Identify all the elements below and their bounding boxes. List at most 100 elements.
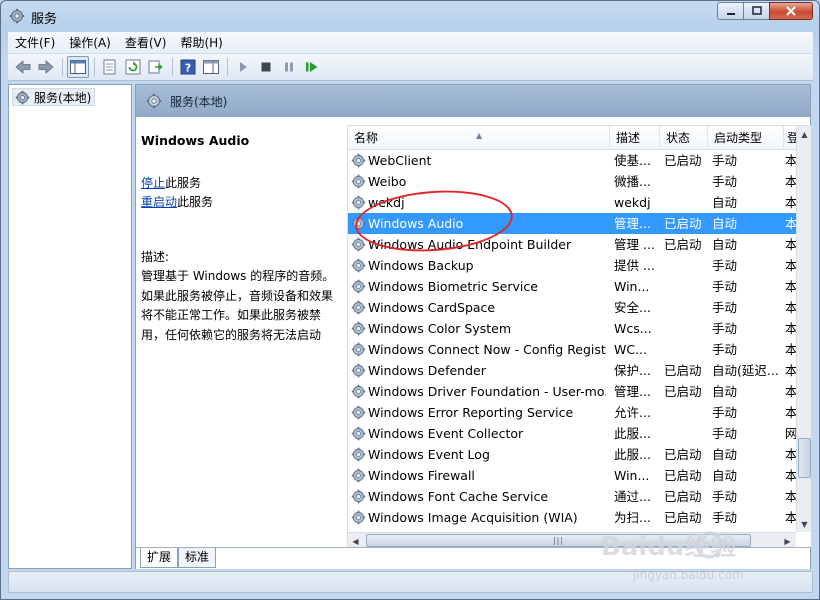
service-name: Windows Driver Foundation - User-mo... (368, 384, 606, 399)
stop-service-link[interactable]: 停止 (141, 176, 165, 190)
service-description: 此服... (614, 426, 651, 441)
service-startup-type: 手动 (712, 510, 738, 525)
service-row[interactable]: Windows CardSpace 安全... 手动本 (348, 297, 798, 318)
service-name: Windows Event Collector (368, 426, 524, 441)
start-service-button[interactable] (232, 56, 254, 78)
service-description: 管理... (614, 216, 651, 231)
close-button[interactable] (769, 2, 813, 20)
properties-icon (103, 59, 116, 75)
service-row[interactable]: wekdj wekdj 自动本 (348, 192, 798, 213)
tab-extended[interactable]: 扩展 (140, 548, 179, 568)
toolbar: ? (8, 54, 813, 81)
column-header-startup-type[interactable]: 启动类型 (708, 126, 784, 150)
maximize-button[interactable] (743, 2, 769, 20)
scroll-down-icon[interactable]: ▼ (797, 516, 811, 532)
service-row[interactable]: Windows Event Collector 此服... 手动网 (348, 423, 798, 444)
service-row[interactable]: Windows Driver Foundation - User-mo... 管理… (348, 381, 798, 402)
service-status: 已启动 (664, 216, 702, 231)
services-gear-icon (146, 93, 162, 109)
export-list-button[interactable] (145, 56, 167, 78)
service-name: Weibo (368, 174, 407, 189)
service-gear-icon (351, 153, 366, 168)
service-row[interactable]: Windows Backup 提供 ... 手动本 (348, 255, 798, 276)
console-tree: 服务(本地) (8, 84, 132, 569)
service-row[interactable]: Windows Firewall Win... 已启动 自动本 (348, 465, 798, 486)
service-row[interactable]: Windows Biometric Service Win... 手动本 (348, 276, 798, 297)
service-startup-type: 手动 (712, 300, 738, 315)
menu-action[interactable]: 操作(A) (62, 33, 118, 53)
scroll-right-icon[interactable]: ▶ (780, 533, 795, 547)
stop-service-button[interactable] (255, 56, 277, 78)
service-startup-type: 手动 (712, 258, 738, 273)
menu-help[interactable]: 帮助(H) (173, 33, 229, 53)
tab-standard[interactable]: 标准 (178, 548, 217, 568)
window-title: 服务 (31, 12, 58, 27)
restart-service-link[interactable]: 重启动 (141, 195, 177, 209)
export-icon (148, 60, 163, 74)
service-description: wekdj (614, 195, 651, 210)
service-row[interactable]: WebClient 使基... 已启动 手动本 (348, 150, 798, 171)
service-name: Windows Biometric Service (368, 279, 538, 294)
service-description: Wcs... (614, 321, 652, 336)
service-gear-icon (351, 258, 366, 273)
title-bar[interactable]: 服务 (1, 1, 819, 31)
service-name: Windows Audio Endpoint Builder (368, 237, 572, 252)
service-gear-icon (351, 195, 366, 210)
horizontal-scroll-thumb[interactable]: ||| (366, 534, 751, 547)
back-button[interactable] (12, 56, 34, 78)
tree-item-services-local[interactable]: 服务(本地) (12, 88, 96, 106)
column-header-description[interactable]: 描述 (610, 126, 660, 150)
service-gear-icon (351, 468, 366, 483)
show-console-tree-button[interactable] (67, 56, 89, 78)
properties-button[interactable] (99, 56, 121, 78)
service-row[interactable]: Weibo 微播... 手动本 (348, 171, 798, 192)
help-button[interactable]: ? (177, 56, 199, 78)
service-description: 保护... (614, 363, 651, 378)
column-header-status[interactable]: 状态 (660, 126, 708, 150)
service-row[interactable]: Windows Font Cache Service 通过... 已启动 手动本 (348, 486, 798, 507)
menu-view[interactable]: 查看(V) (118, 33, 174, 53)
description-label: 描述: (141, 250, 170, 264)
column-header-name[interactable]: 名称 ▲ (348, 126, 610, 150)
service-row[interactable]: Windows Image Acquisition (WIA) 为扫... 已启动手… (348, 507, 798, 528)
status-bar (8, 571, 813, 593)
service-row[interactable]: Windows Color System Wcs... 手动本 (348, 318, 798, 339)
forward-button[interactable] (35, 56, 57, 78)
vertical-scrollbar[interactable]: ▲ ▼ (796, 126, 811, 532)
toolbar-separator (172, 58, 173, 76)
vertical-scroll-thumb[interactable] (798, 438, 811, 478)
service-name: WebClient (368, 153, 432, 168)
service-row[interactable]: Windows Connect Now - Config Regist... WC… (348, 339, 798, 360)
service-status: 已启动 (664, 384, 702, 399)
refresh-button[interactable] (122, 56, 144, 78)
minimize-button[interactable] (717, 2, 743, 20)
service-startup-type: 手动 (712, 279, 738, 294)
details-pane: 服务(本地) Windows Audio 停止此服务 重启动此服务 描述: 管理… (135, 84, 811, 569)
service-description: 允许... (614, 405, 651, 420)
service-description: 通过... (614, 489, 651, 504)
show-action-pane-button[interactable] (200, 56, 222, 78)
service-row[interactable]: Windows Audio 管理... 已启动 自动本 (348, 213, 798, 234)
service-description-panel: Windows Audio 停止此服务 重启动此服务 描述: 管理基于 Wind… (136, 117, 346, 547)
service-name: Windows CardSpace (368, 300, 496, 315)
horizontal-scrollbar[interactable]: ◀ ||| ▶ (348, 532, 796, 547)
service-description: 此服... (614, 447, 651, 462)
service-startup-type: 自动 (712, 195, 738, 210)
service-name: Windows Event Log (368, 447, 490, 462)
service-gear-icon (351, 489, 366, 504)
service-row[interactable]: Windows Error Reporting Service 允许... 手动本 (348, 402, 798, 423)
services-gear-icon (15, 90, 30, 104)
pause-service-button[interactable] (278, 56, 300, 78)
service-gear-icon (351, 447, 366, 462)
menu-file[interactable]: 文件(F) (8, 33, 62, 53)
service-status: 已启动 (664, 447, 702, 462)
service-row[interactable]: Windows Defender 保护... 已启动 自动(延迟... 本 (348, 360, 798, 381)
service-name: Windows Audio (368, 216, 464, 231)
service-startup-type: 自动 (712, 468, 738, 483)
scroll-up-icon[interactable]: ▲ (797, 126, 811, 142)
service-row[interactable]: Windows Audio Endpoint Builder 管理 ... 已启动自… (348, 234, 798, 255)
service-row[interactable]: Windows Event Log 此服... 已启动 自动本 (348, 444, 798, 465)
scroll-left-icon[interactable]: ◀ (348, 533, 363, 547)
restart-service-button[interactable] (301, 56, 323, 78)
service-status: 已启动 (664, 363, 702, 378)
